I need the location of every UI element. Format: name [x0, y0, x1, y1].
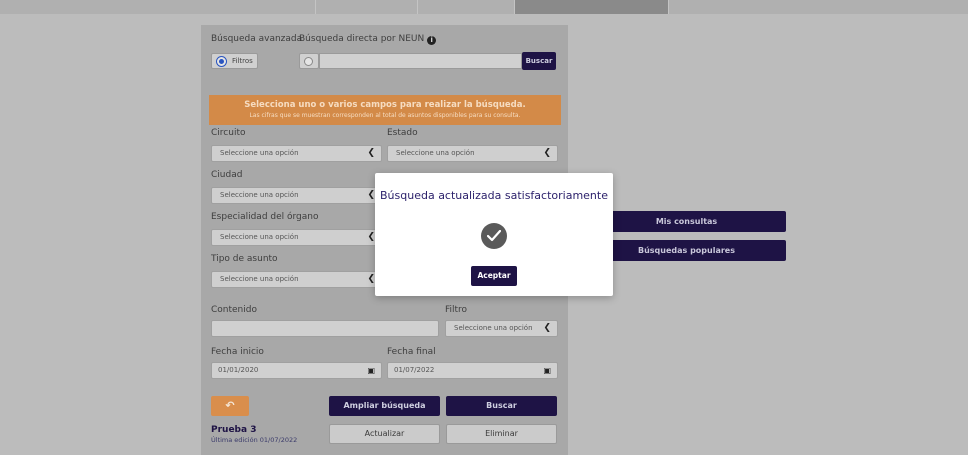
saved-search-edited: Última edición 01/07/2022 — [211, 436, 298, 444]
specialty-select-value: Seleccione una opción — [220, 233, 299, 241]
start-date-input[interactable]: 01/01/2020 ▣ — [211, 362, 382, 379]
neun-input[interactable] — [319, 53, 522, 69]
dialog-message: Búsqueda actualizada satisfactoriamente — [380, 189, 608, 202]
chevron-down-icon: ❮ — [543, 323, 551, 333]
popular-searches-button[interactable]: Búsquedas populares — [587, 240, 786, 261]
top-nav-tab-3[interactable] — [418, 0, 515, 14]
top-nav-tab-2[interactable] — [316, 0, 418, 14]
top-nav-tab-active[interactable] — [515, 0, 669, 14]
search-button[interactable]: Buscar — [446, 396, 557, 416]
matter-type-select[interactable]: Seleccione una opción ❮ — [211, 271, 382, 288]
city-label: Ciudad — [211, 170, 243, 180]
calendar-icon[interactable]: ▣ — [543, 363, 551, 378]
circuit-label: Circuito — [211, 128, 246, 138]
chevron-down-icon: ❮ — [543, 148, 551, 158]
advanced-search-label: Búsqueda avanzada — [211, 34, 303, 44]
chevron-down-icon: ❮ — [367, 148, 375, 158]
neun-radio-option[interactable] — [299, 53, 319, 69]
success-dialog: Búsqueda actualizada satisfactoriamente … — [375, 173, 613, 296]
start-date-label: Fecha inicio — [211, 347, 264, 357]
content-input[interactable] — [211, 320, 439, 337]
check-icon — [481, 223, 507, 249]
start-date-value: 01/01/2020 — [218, 366, 259, 374]
state-label: Estado — [387, 128, 418, 138]
neun-search-text: Búsqueda directa por NEUN — [299, 34, 425, 44]
accept-button[interactable]: Aceptar — [471, 266, 517, 286]
end-date-label: Fecha final — [387, 347, 436, 357]
top-nav-tab-1[interactable] — [0, 0, 316, 14]
banner-title: Selecciona uno o varios campos para real… — [244, 100, 526, 110]
update-button[interactable]: Actualizar — [329, 424, 440, 444]
filters-radio-label: Filtros — [232, 57, 253, 65]
saved-search-name: Prueba 3 — [211, 425, 257, 435]
filter-select[interactable]: Seleccione una opción ❮ — [445, 320, 558, 337]
calendar-icon[interactable]: ▣ — [367, 363, 375, 378]
banner-subtitle: Las cifras que se muestran corresponden … — [249, 112, 521, 119]
city-select-value: Seleccione una opción — [220, 191, 299, 199]
filters-radio[interactable] — [217, 57, 226, 66]
delete-button[interactable]: Eliminar — [446, 424, 557, 444]
circuit-select-value: Seleccione una opción — [220, 149, 299, 157]
info-banner: Selecciona uno o varios campos para real… — [209, 95, 561, 125]
neun-search-label: Búsqueda directa por NEUN i — [299, 34, 437, 45]
neun-radio[interactable] — [304, 57, 313, 66]
undo-icon: ↶ — [225, 399, 235, 412]
chevron-down-icon: ❮ — [367, 232, 375, 242]
chevron-down-icon: ❮ — [367, 190, 375, 200]
filter-label: Filtro — [445, 305, 468, 315]
city-select[interactable]: Seleccione una opción ❮ — [211, 187, 382, 204]
state-select[interactable]: Seleccione una opción ❮ — [387, 145, 558, 162]
expand-search-button[interactable]: Ampliar búsqueda — [329, 396, 440, 416]
specialty-select[interactable]: Seleccione una opción ❮ — [211, 229, 382, 246]
specialty-label: Especialidad del órgano — [211, 212, 319, 222]
matter-type-label: Tipo de asunto — [211, 254, 278, 264]
circuit-select[interactable]: Seleccione una opción ❮ — [211, 145, 382, 162]
end-date-value: 01/07/2022 — [394, 366, 435, 374]
filter-select-value: Seleccione una opción — [454, 324, 533, 332]
reset-button[interactable]: ↶ — [211, 396, 249, 416]
info-icon[interactable]: i — [427, 36, 437, 45]
content-label: Contenido — [211, 305, 257, 315]
filters-radio-option[interactable]: Filtros — [211, 53, 258, 69]
neun-search-button[interactable]: Buscar — [522, 52, 556, 70]
end-date-input[interactable]: 01/07/2022 ▣ — [387, 362, 558, 379]
my-queries-button[interactable]: Mis consultas — [587, 211, 786, 232]
state-select-value: Seleccione una opción — [396, 149, 475, 157]
chevron-down-icon: ❮ — [367, 274, 375, 284]
top-nav-bar — [0, 0, 968, 14]
matter-type-select-value: Seleccione una opción — [220, 275, 299, 283]
